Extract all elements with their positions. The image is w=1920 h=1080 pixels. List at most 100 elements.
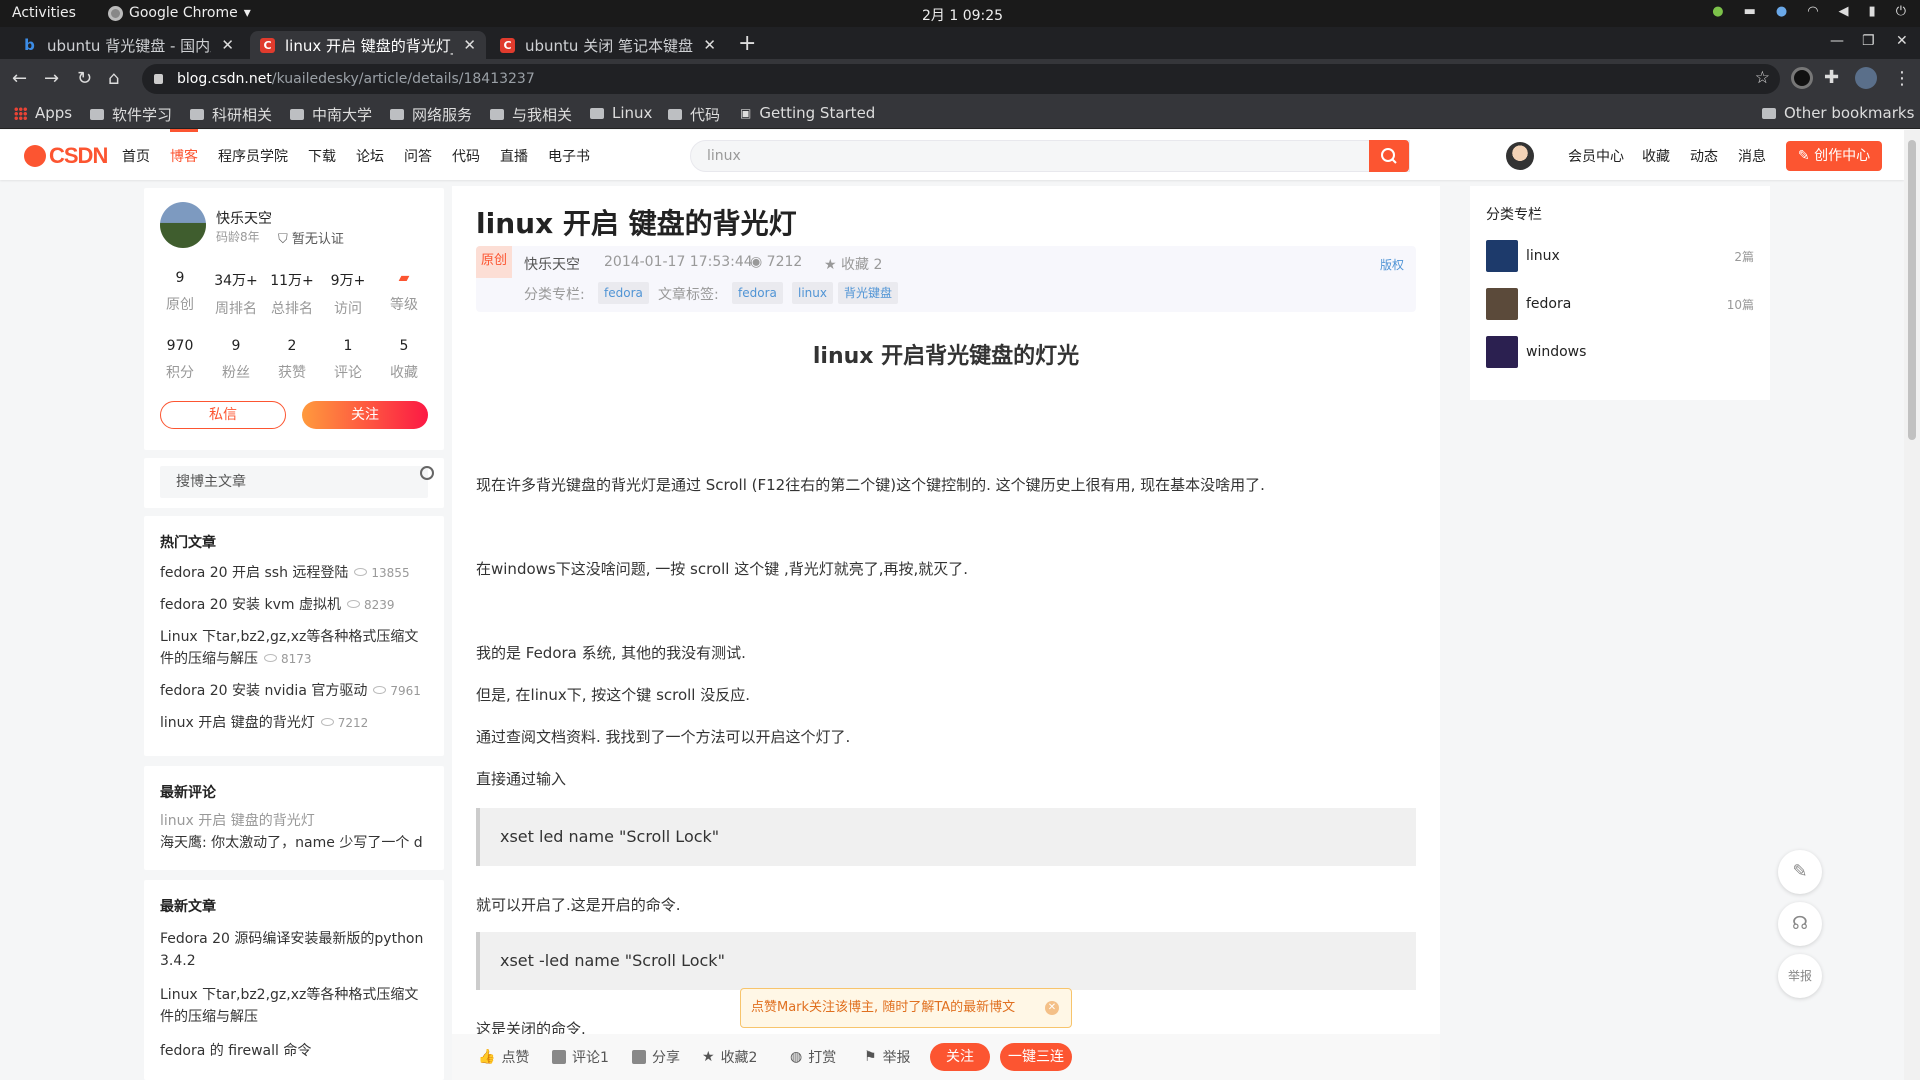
bookmark-getting-started[interactable]: ▣ Getting Started bbox=[740, 104, 875, 122]
article-tag[interactable]: linux bbox=[792, 282, 833, 304]
stat-points[interactable]: 970 积分 bbox=[152, 338, 208, 382]
hot-article-item[interactable]: linux 开启 键盘的背光灯 7212 bbox=[160, 712, 430, 734]
column-tag[interactable]: fedora bbox=[598, 282, 649, 304]
bookmark-star-icon[interactable]: ☆ bbox=[1755, 68, 1770, 88]
nav-forum[interactable]: 论坛 bbox=[356, 146, 384, 166]
bookmark-folder[interactable]: 与我相关 bbox=[490, 104, 572, 125]
nav-qa[interactable]: 问答 bbox=[404, 146, 432, 166]
article-link[interactable]: linux 开启 键盘的背光灯 bbox=[160, 715, 315, 731]
bookmark-folder[interactable]: 软件学习 bbox=[90, 104, 172, 125]
comment-article-link[interactable]: linux 开启 键盘的背光灯 bbox=[160, 810, 430, 832]
close-icon[interactable]: ✕ bbox=[1045, 1001, 1059, 1015]
share-button[interactable]: 分享 bbox=[632, 1047, 680, 1067]
bookmark-apps[interactable]: Apps bbox=[14, 104, 72, 122]
close-icon[interactable]: ✕ bbox=[463, 36, 476, 54]
system-tray[interactable]: ● ▬ ● ◠ ◀ ▮ ⏻ bbox=[1712, 4, 1906, 19]
profile-avatar[interactable] bbox=[1855, 67, 1877, 89]
favorites-link[interactable]: 收藏 bbox=[1642, 146, 1670, 166]
hot-article-item[interactable]: Linux 下tar,bz2,gz,xz等各种格式压缩文件的压缩与解压 8173 bbox=[160, 626, 430, 670]
copyright-link[interactable]: 版权 bbox=[1380, 256, 1404, 273]
restore-button[interactable]: ❐ bbox=[1862, 33, 1875, 49]
scrollbar-thumb[interactable] bbox=[1908, 140, 1916, 440]
like-button[interactable]: 👍 点赞 bbox=[478, 1047, 529, 1067]
favorite-count[interactable]: ★ 收藏 2 bbox=[824, 254, 882, 274]
reward-button[interactable]: ◍ 打赏 bbox=[790, 1047, 836, 1067]
user-avatar[interactable] bbox=[1506, 142, 1534, 170]
search-icon[interactable] bbox=[420, 466, 434, 480]
new-tab-button[interactable]: + bbox=[738, 31, 756, 56]
menu-kebab-icon[interactable]: ⋮ bbox=[1893, 68, 1911, 89]
report-button[interactable]: ⚑ 举报 bbox=[864, 1047, 911, 1067]
article-link[interactable]: fedora 20 安装 nvidia 官方驱动 bbox=[160, 683, 367, 699]
comment-button[interactable]: 评论1 bbox=[552, 1047, 609, 1067]
bookmark-folder[interactable]: 中南大学 bbox=[290, 104, 372, 125]
member-center-link[interactable]: 会员中心 bbox=[1568, 146, 1624, 166]
bookmark-folder[interactable]: 科研相关 bbox=[190, 104, 272, 125]
stat-comments[interactable]: 1 评论 bbox=[320, 338, 376, 382]
article-tag[interactable]: 背光键盘 bbox=[838, 282, 899, 304]
activities-button[interactable]: Activities bbox=[12, 5, 76, 21]
article-link[interactable]: fedora 20 安装 kvm 虚拟机 bbox=[160, 597, 341, 613]
extension-icon[interactable] bbox=[1791, 67, 1813, 89]
article-tag[interactable]: fedora bbox=[732, 282, 783, 304]
nav-download[interactable]: 下载 bbox=[308, 146, 336, 166]
nav-academy[interactable]: 程序员学院 bbox=[218, 146, 288, 166]
latest-article-item[interactable]: Fedora 20 源码编译安装最新版的python 3.4.2 bbox=[160, 928, 430, 972]
nav-code[interactable]: 代码 bbox=[452, 146, 480, 166]
stat-visits[interactable]: 9万+ 访问 bbox=[320, 270, 376, 318]
minimize-button[interactable]: — bbox=[1830, 33, 1844, 49]
home-button[interactable]: ⌂ bbox=[108, 68, 119, 89]
nav-home[interactable]: 首页 bbox=[122, 146, 150, 166]
collect-button[interactable]: ★ 收藏2 bbox=[702, 1047, 757, 1067]
comment-text[interactable]: 海天鹰: 你太激动了，name 少写了一个 d bbox=[160, 832, 430, 854]
report-float-button[interactable]: 举报 bbox=[1778, 954, 1822, 998]
column-item[interactable]: windows bbox=[1486, 336, 1754, 368]
latest-article-item[interactable]: Linux 下tar,bz2,gz,xz等各种格式压缩文件的压缩与解压 bbox=[160, 984, 430, 1028]
stat-level[interactable]: ▰ 等级 bbox=[376, 270, 432, 314]
nav-live[interactable]: 直播 bbox=[500, 146, 528, 166]
clock[interactable]: 2月 1 09:25 bbox=[922, 5, 1003, 25]
close-icon[interactable]: ✕ bbox=[703, 36, 716, 54]
stat-collects[interactable]: 5 收藏 bbox=[376, 338, 432, 382]
tab-csdn-active[interactable]: C linux 开启 键盘的背光灯_k ✕ bbox=[250, 31, 486, 59]
edit-float-button[interactable]: ✎ bbox=[1778, 850, 1822, 894]
extensions-puzzle-icon[interactable]: ✚ bbox=[1824, 67, 1839, 88]
activity-link[interactable]: 动态 bbox=[1690, 146, 1718, 166]
stat-total-rank[interactable]: 11万+ 总排名 bbox=[264, 270, 320, 318]
stat-fans[interactable]: 9 粉丝 bbox=[208, 338, 264, 382]
code-block[interactable]: xset led name "Scroll Lock" bbox=[476, 808, 1416, 866]
nav-blog[interactable]: 博客 bbox=[170, 129, 198, 166]
code-block[interactable]: xset -led name "Scroll Lock" bbox=[476, 932, 1416, 990]
hot-article-item[interactable]: fedora 20 安装 kvm 虚拟机 8239 bbox=[160, 594, 430, 616]
nav-ebook[interactable]: 电子书 bbox=[548, 146, 590, 166]
hot-article-item[interactable]: fedora 20 安装 nvidia 官方驱动 7961 bbox=[160, 680, 430, 702]
other-bookmarks[interactable]: Other bookmarks bbox=[1762, 104, 1914, 122]
follow-button[interactable]: 关注 bbox=[302, 401, 428, 429]
triple-action-button[interactable]: 一键三连 bbox=[1000, 1043, 1072, 1071]
csdn-logo[interactable]: CSDN bbox=[24, 143, 108, 169]
article-link[interactable]: fedora 20 开启 ssh 远程登陆 bbox=[160, 565, 348, 581]
tab-csdn[interactable]: C ubuntu 关闭 笔记本键盘背 ✕ bbox=[490, 31, 726, 59]
bookmark-folder[interactable]: 网络服务 bbox=[390, 104, 472, 125]
latest-article-item[interactable]: fedora 的 firewall 命令 bbox=[160, 1040, 430, 1062]
tab-bing[interactable]: b ubuntu 背光键盘 - 国内版 ✕ bbox=[12, 31, 244, 59]
reload-button[interactable]: ↻ bbox=[77, 68, 92, 89]
blog-search-input[interactable]: 搜博主文章 bbox=[160, 466, 428, 498]
close-icon[interactable]: ✕ bbox=[221, 36, 234, 54]
page-scrollbar[interactable] bbox=[1904, 130, 1920, 1080]
hot-article-item[interactable]: fedora 20 开启 ssh 远程登陆 13855 bbox=[160, 562, 430, 584]
column-item[interactable]: linux 2篇 bbox=[1486, 240, 1754, 272]
bookmark-folder[interactable]: 代码 bbox=[668, 104, 720, 125]
stat-original[interactable]: 9 原创 bbox=[152, 270, 208, 314]
support-float-button[interactable]: ☊ bbox=[1778, 902, 1822, 946]
app-menu[interactable]: Google Chrome ▾ bbox=[108, 5, 251, 21]
author-name[interactable]: 快乐天空 bbox=[216, 208, 272, 228]
search-button[interactable] bbox=[1369, 140, 1409, 172]
stat-likes[interactable]: 2 获赞 bbox=[264, 338, 320, 382]
address-bar[interactable]: blog.csdn.net /kuailedesky/article/detai… bbox=[142, 64, 1780, 94]
create-center-button[interactable]: ✎ 创作中心 bbox=[1786, 141, 1882, 171]
site-search-input[interactable]: linux bbox=[690, 140, 1410, 172]
follow-author-button[interactable]: 关注 bbox=[930, 1043, 990, 1071]
window-close-button[interactable]: ✕ bbox=[1896, 33, 1908, 49]
forward-button[interactable]: → bbox=[44, 68, 59, 89]
